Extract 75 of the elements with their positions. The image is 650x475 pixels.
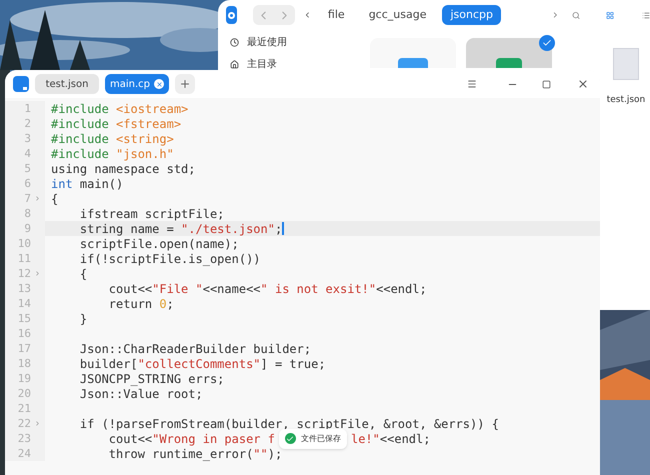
toast-text: 文件已保存	[300, 432, 341, 444]
line-number: 12	[18, 268, 31, 279]
code-line: return 0;	[108, 298, 174, 310]
file-tab[interactable]: test.json	[35, 74, 99, 94]
code-line: {	[51, 192, 58, 204]
code-line: throw runtime_error("");	[108, 448, 282, 460]
line-number: 4	[24, 148, 31, 159]
code-line: {	[78, 268, 88, 280]
code-line: builder["collectComments"] = true;	[78, 358, 326, 370]
plus-icon	[179, 78, 191, 90]
line-number: 1	[24, 103, 31, 114]
file-name[interactable]: test.json	[606, 94, 646, 108]
text-cursor	[282, 222, 284, 235]
close-tab-icon[interactable]	[154, 79, 164, 89]
close-icon	[156, 80, 162, 88]
line-number: 14	[18, 298, 31, 309]
code-line: if (!parseFromStream(builder, scriptFile, &root, &errs)) {	[78, 418, 499, 430]
code-line: scriptFile.open(name);	[78, 238, 239, 250]
code-line: ifstream scriptFile;	[78, 208, 224, 220]
code-line: }	[78, 312, 88, 324]
line-number: 8	[24, 208, 31, 219]
folder-icon	[398, 58, 428, 68]
new-tab-button[interactable]	[175, 74, 195, 94]
code-line: if(!scriptFile.is_open())	[78, 252, 261, 264]
breadcrumb[interactable]: file	[320, 5, 353, 25]
breadcrumb[interactable]: gcc_usage	[360, 5, 434, 25]
sidebar-item[interactable]: 最近使用	[230, 34, 338, 50]
line-number: 13	[18, 283, 31, 294]
close-icon[interactable]	[577, 78, 589, 90]
maximize-icon[interactable]	[542, 80, 551, 88]
code-line: string name = "./test.json";	[78, 222, 282, 234]
breadcrumb[interactable]: jsoncpp	[442, 5, 501, 25]
editor-logo-icon	[13, 76, 29, 92]
line-number: 6	[24, 178, 31, 189]
file-tile[interactable]	[370, 38, 456, 68]
file-tab[interactable]: main.cp	[105, 74, 169, 94]
line-number: 24	[18, 448, 31, 459]
line-number: 9	[24, 223, 31, 234]
code-line: #include <fstream>	[51, 118, 182, 130]
line-number: 21	[18, 403, 31, 414]
home-icon	[230, 60, 239, 68]
line-number: 19	[18, 373, 31, 384]
check-icon	[542, 38, 552, 48]
line-number: 17	[18, 343, 31, 354]
line-number: 15	[18, 313, 31, 324]
file-manager-logo-icon	[226, 6, 238, 24]
fold-icon[interactable]	[34, 195, 40, 202]
fold-icon[interactable]	[34, 420, 40, 427]
file-tile[interactable]	[466, 38, 552, 68]
line-number: 7	[24, 193, 31, 204]
code-line: using namespace std;	[51, 162, 196, 174]
line-number: 16	[18, 328, 31, 339]
code-line: #include <iostream>	[51, 102, 188, 114]
line-number: 23	[18, 433, 31, 444]
code-line: int main()	[51, 178, 124, 190]
code-line: Json::Value root;	[78, 388, 203, 400]
line-number: 22	[18, 418, 31, 429]
code-line: Json::CharReaderBuilder builder;	[78, 342, 312, 354]
code-line: JSONCPP_STRING errs;	[78, 372, 224, 384]
code-line: cout<<"Wrong in paser f	[108, 432, 275, 444]
line-number: 3	[24, 133, 31, 144]
code-line: le!"<<endl;	[350, 432, 430, 444]
line-number: 10	[18, 238, 31, 249]
line-number: 20	[18, 388, 31, 399]
menu-icon[interactable]	[467, 79, 477, 89]
clock-icon	[230, 38, 239, 46]
code-line: cout<<"File "<<name<<" is not exsit!"<<endl;	[108, 282, 427, 294]
line-number: 11	[18, 253, 31, 264]
fold-icon[interactable]	[34, 270, 40, 277]
sidebar-item[interactable]: 主目录	[230, 56, 338, 72]
code-line: #include <string>	[51, 132, 174, 144]
code-line: #include "json.h"	[51, 148, 174, 160]
line-number: 5	[24, 163, 31, 174]
line-number: 2	[24, 118, 31, 129]
line-number: 18	[18, 358, 31, 369]
